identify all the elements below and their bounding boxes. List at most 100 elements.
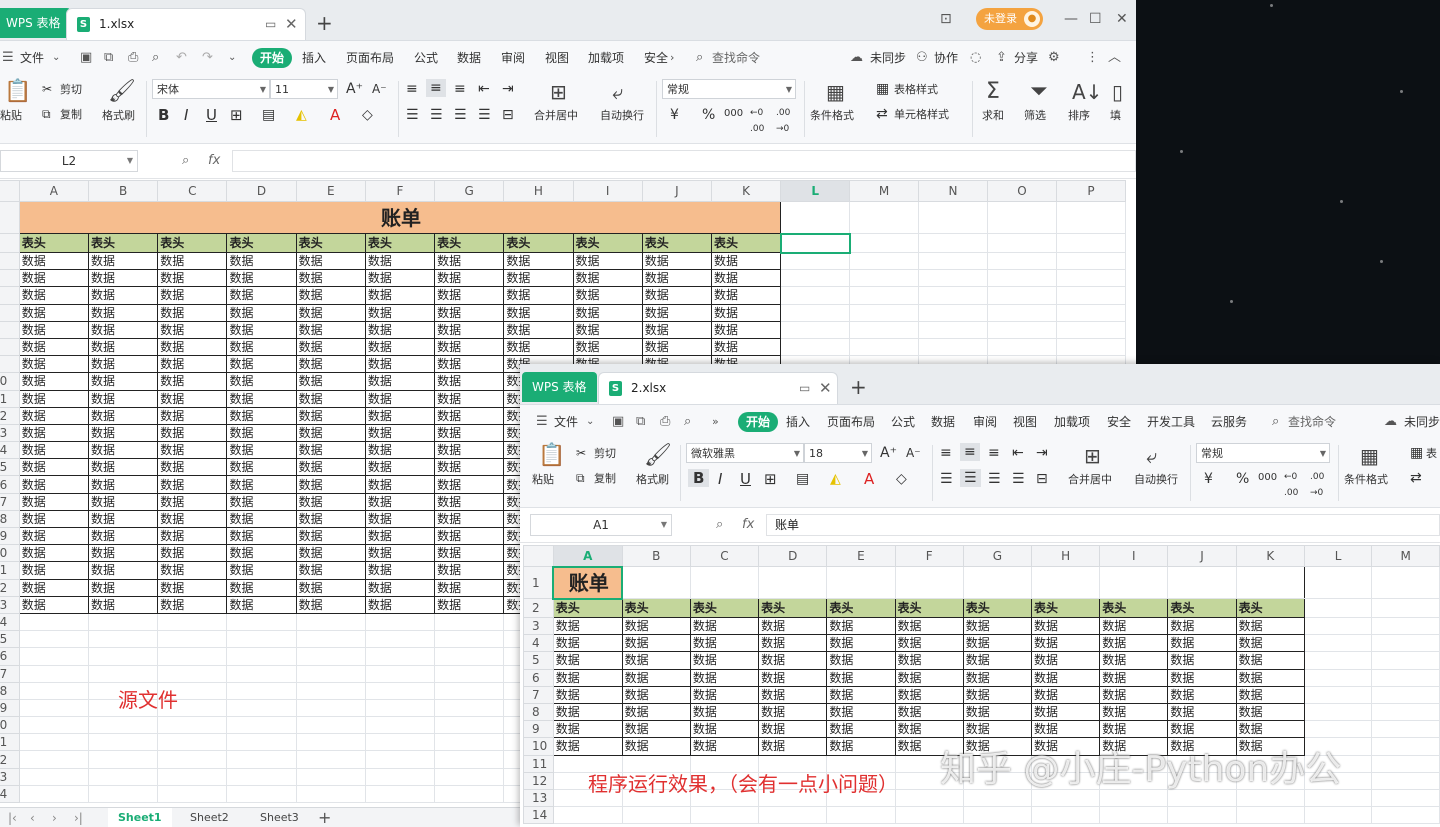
data-cell[interactable]: 数据	[18, 251, 90, 271]
data-cell[interactable]: 数据	[226, 509, 297, 529]
cell[interactable]	[434, 716, 505, 735]
data-cell[interactable]: 数据	[226, 269, 297, 288]
align-bottom-icon[interactable]: ≡	[988, 445, 1000, 461]
cell[interactable]	[295, 681, 366, 700]
data-cell[interactable]: 数据	[18, 423, 90, 443]
data-cell[interactable]: 数据	[758, 651, 828, 670]
data-cell[interactable]: 数据	[18, 389, 90, 408]
more-options-icon[interactable]: ⋮	[1086, 41, 1099, 75]
data-cell[interactable]: 数据	[894, 616, 964, 636]
cell[interactable]	[1371, 685, 1440, 704]
cell[interactable]	[295, 647, 366, 666]
data-cell[interactable]: 数据	[1030, 685, 1101, 704]
data-cell[interactable]: 数据	[295, 492, 366, 511]
data-cell[interactable]: 数据	[758, 685, 828, 704]
data-cell[interactable]: 数据	[157, 526, 228, 546]
align-top-icon[interactable]: ≡	[940, 445, 952, 461]
data-cell[interactable]: 数据	[295, 303, 366, 322]
data-cell[interactable]: 数据	[621, 616, 691, 636]
data-cell[interactable]: 数据	[295, 423, 366, 443]
data-cell[interactable]: 数据	[962, 668, 1032, 687]
data-cell[interactable]: 数据	[1099, 616, 1169, 636]
cell[interactable]	[1371, 616, 1440, 636]
menu-tab-view[interactable]: 视图	[545, 41, 569, 75]
table-style-button[interactable]: 表	[1426, 446, 1437, 462]
save-icon[interactable]: ▣	[80, 41, 92, 75]
print-icon[interactable]: ⎙	[660, 405, 670, 439]
file-menu[interactable]: 文件	[554, 405, 578, 439]
cell[interactable]	[295, 612, 366, 632]
paste-button[interactable]: 粘贴	[532, 472, 554, 488]
data-cell[interactable]: 数据	[572, 320, 643, 339]
row-header[interactable]: 16	[0, 475, 20, 494]
data-cell[interactable]: 数据	[226, 544, 297, 563]
row-header[interactable]: 26	[0, 647, 20, 666]
cell[interactable]	[986, 269, 1057, 288]
data-cell[interactable]: 数据	[364, 355, 436, 374]
data-cell[interactable]: 数据	[18, 509, 90, 529]
row-header[interactable]: 14	[523, 806, 554, 825]
data-cell[interactable]: 数据	[641, 269, 712, 288]
cell[interactable]	[780, 303, 851, 322]
data-cell[interactable]: 数据	[434, 578, 505, 597]
data-cell[interactable]: 数据	[18, 406, 90, 425]
data-cell[interactable]: 数据	[226, 475, 297, 494]
row-header[interactable]: 8	[523, 702, 554, 722]
data-cell[interactable]: 数据	[226, 441, 297, 460]
cell[interactable]	[87, 767, 159, 786]
data-cell[interactable]: 数据	[894, 668, 964, 687]
data-cell[interactable]: 数据	[87, 492, 159, 511]
data-cell[interactable]: 数据	[87, 320, 159, 339]
redo-icon[interactable]: ↷	[202, 41, 213, 75]
data-cell[interactable]: 数据	[157, 458, 228, 477]
last-sheet-icon[interactable]: ›|	[74, 808, 83, 827]
column-header[interactable]: A	[552, 545, 623, 567]
data-cell[interactable]: 数据	[434, 458, 505, 477]
data-cell[interactable]: 数据	[1235, 720, 1305, 739]
copy-button[interactable]: 复制	[60, 107, 82, 123]
merge-center-icon[interactable]: ⊞	[1084, 443, 1101, 469]
wrap-text-button[interactable]: 自动换行	[1134, 472, 1178, 488]
data-cell[interactable]: 数据	[434, 406, 505, 425]
header-cell[interactable]: 表头	[826, 598, 896, 618]
cell[interactable]	[1055, 303, 1127, 322]
data-cell[interactable]: 数据	[18, 269, 90, 288]
cell[interactable]	[1055, 233, 1127, 253]
number-format-select[interactable]: 常规 ▼	[1196, 443, 1330, 463]
clear-format-icon[interactable]: ◇	[896, 471, 907, 487]
merge-center-icon[interactable]: ⊞	[550, 79, 567, 105]
row-header[interactable]: 30	[0, 716, 20, 735]
paste-button[interactable]: 粘贴	[0, 108, 22, 124]
data-cell[interactable]: 数据	[758, 737, 828, 756]
cell[interactable]	[364, 750, 436, 769]
header-cell[interactable]: 表头	[18, 233, 90, 253]
data-cell[interactable]: 数据	[157, 406, 228, 425]
data-cell[interactable]: 数据	[894, 634, 964, 653]
data-cell[interactable]: 数据	[364, 320, 436, 339]
sheet-tab-sheet2[interactable]: Sheet2	[180, 808, 239, 827]
data-cell[interactable]: 数据	[641, 320, 712, 339]
clear-format-icon[interactable]: ◇	[362, 107, 373, 123]
data-cell[interactable]: 数据	[434, 286, 505, 305]
new-tab-button[interactable]: +	[316, 8, 333, 38]
cell[interactable]	[918, 251, 988, 271]
cell[interactable]	[226, 664, 297, 683]
column-header[interactable]: E	[295, 180, 366, 202]
cell[interactable]	[849, 251, 920, 271]
row-header[interactable]: 11	[523, 754, 554, 773]
cell[interactable]	[1055, 320, 1127, 339]
cell[interactable]	[18, 630, 90, 649]
name-box[interactable]: L2 ▼	[0, 150, 138, 172]
column-header[interactable]: M	[849, 180, 920, 202]
row-header[interactable]: 7	[523, 685, 554, 704]
column-header[interactable]: C	[689, 545, 760, 567]
new-tab-button[interactable]: +	[850, 372, 867, 402]
data-cell[interactable]: 数据	[157, 269, 228, 288]
preview-icon[interactable]: ⌕	[684, 405, 691, 439]
cell[interactable]	[918, 320, 988, 339]
data-cell[interactable]: 数据	[18, 355, 90, 374]
data-cell[interactable]: 数据	[157, 509, 228, 529]
cell[interactable]	[1371, 806, 1440, 825]
data-cell[interactable]: 数据	[157, 372, 228, 391]
row-header[interactable]: 4	[523, 634, 554, 653]
